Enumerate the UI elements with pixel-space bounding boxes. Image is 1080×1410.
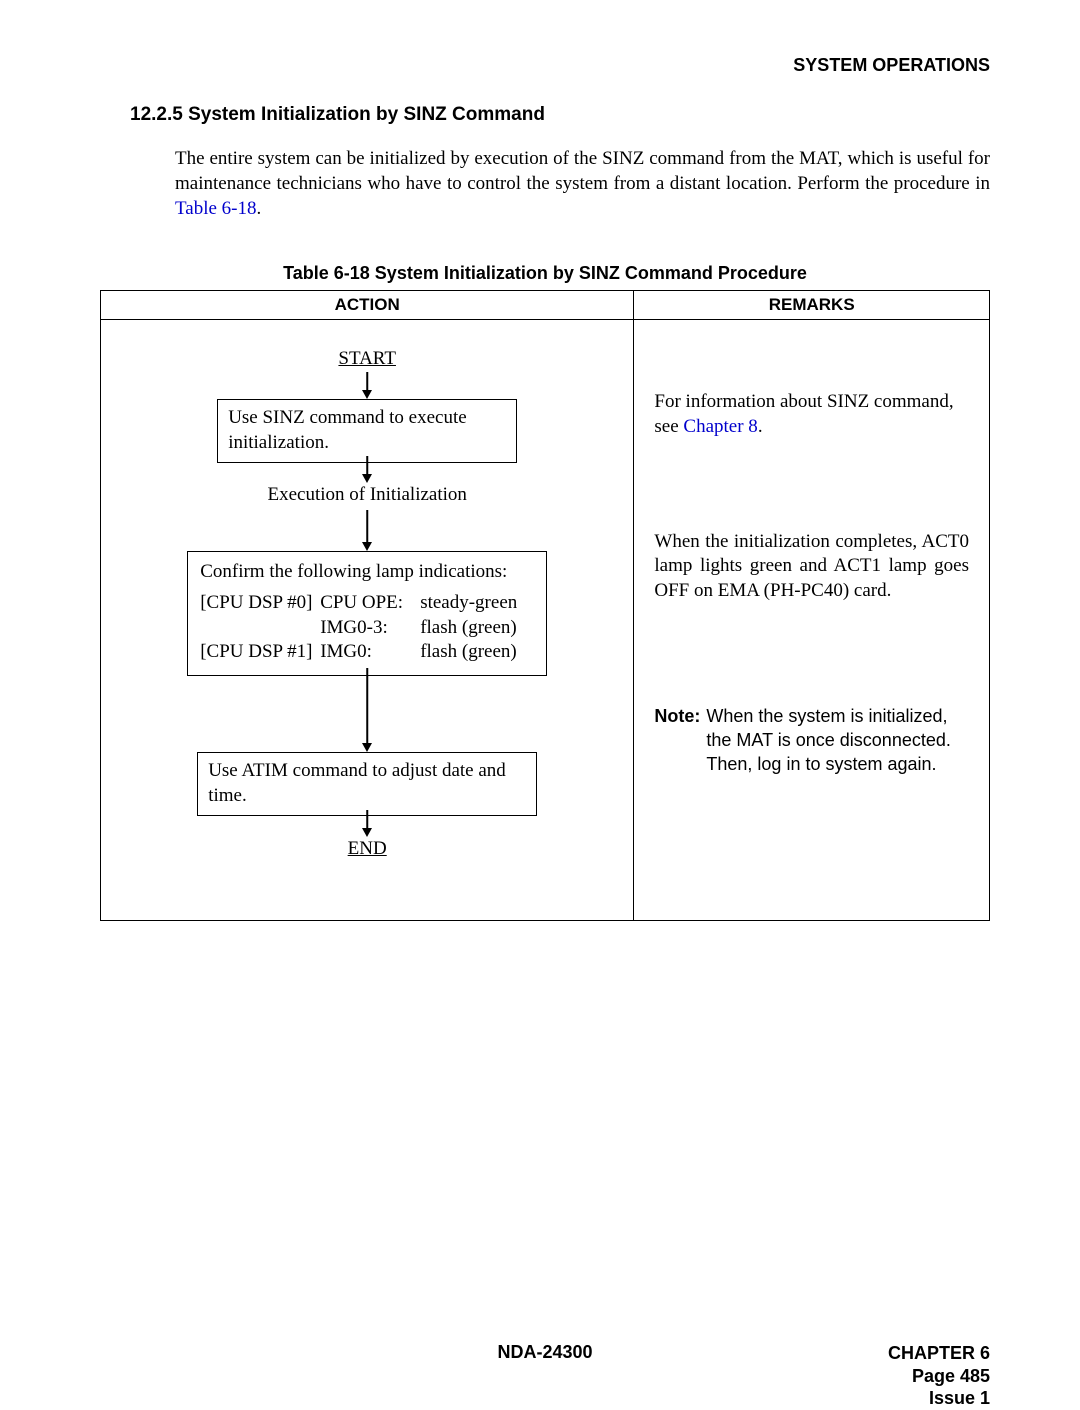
remark-init-complete: When the initialization completes, ACT0 …: [654, 530, 969, 604]
lamp-dsp: [CPU DSP #1]: [200, 640, 320, 665]
lamp-name: CPU OPE:: [320, 591, 420, 616]
lamp-name: IMG0-3:: [320, 616, 420, 641]
flowchart: START Use SINZ command to execute initia…: [101, 320, 633, 920]
flow-step-atim: Use ATIM command to adjust date and time…: [197, 752, 537, 815]
confirm-heading: Confirm the following lamp indications:: [200, 560, 534, 585]
flow-label-exec: Execution of Initialization: [267, 484, 466, 506]
footer-page: Page 485: [888, 1365, 990, 1388]
arrow-down-icon: [362, 743, 372, 752]
section-title-text: System Initialization by SINZ Command: [188, 104, 545, 125]
chapter-ref-link[interactable]: Chapter 8: [683, 416, 757, 437]
lamp-state: steady-green: [420, 591, 534, 616]
procedure-table: ACTION REMARKS START Use SINZ command to…: [100, 290, 990, 921]
arrow-down-icon: [362, 390, 372, 399]
flow-arrow: [366, 810, 368, 828]
flow-step-confirm: Confirm the following lamp indications: …: [187, 551, 547, 676]
table-ref-link[interactable]: Table 6-18: [175, 198, 257, 219]
lamp-dsp: [CPU DSP #0]: [200, 591, 320, 616]
flow-end: END: [348, 838, 387, 860]
col-header-remarks: REMARKS: [634, 291, 990, 320]
lamp-dsp: [200, 616, 320, 641]
note-label: Note:: [654, 704, 700, 777]
para-text-before: The entire system can be initialized by …: [175, 148, 990, 194]
footer-doc-number: NDA-24300: [497, 1342, 592, 1363]
para-text-after: .: [257, 198, 262, 219]
flow-start: START: [338, 348, 396, 370]
lamp-name: IMG0:: [320, 640, 420, 665]
remarks-cell: For information about SINZ command, see …: [634, 320, 990, 921]
arrow-down-icon: [362, 542, 372, 551]
note-body: When the system is initialized, the MAT …: [706, 704, 969, 777]
lamp-state: flash (green): [420, 640, 534, 665]
running-header: SYSTEM OPERATIONS: [100, 55, 990, 76]
remark-sinz-info: For information about SINZ command, see …: [654, 390, 969, 439]
flow-step-sinz: Use SINZ command to execute initializati…: [217, 399, 517, 462]
remark-note: Note: When the system is initialized, th…: [654, 704, 969, 777]
flow-arrow: [366, 510, 368, 542]
arrow-down-icon: [362, 828, 372, 837]
lamp-row: IMG0-3: flash (green): [200, 616, 534, 641]
col-header-action: ACTION: [101, 291, 634, 320]
lamp-row: [CPU DSP #1] IMG0: flash (green): [200, 640, 534, 665]
section-number: 12.2.5: [130, 104, 183, 125]
arrow-down-icon: [362, 474, 372, 483]
remark-text: .: [758, 416, 763, 437]
flow-arrow: [366, 668, 368, 743]
lamp-state: flash (green): [420, 616, 534, 641]
lamp-row: [CPU DSP #0] CPU OPE: steady-green: [200, 591, 534, 616]
footer-issue: Issue 1: [888, 1387, 990, 1410]
section-heading: 12.2.5 System Initialization by SINZ Com…: [130, 104, 990, 126]
footer-chapter: CHAPTER 6: [888, 1342, 990, 1365]
action-cell: START Use SINZ command to execute initia…: [101, 320, 634, 921]
flow-arrow: [366, 456, 368, 474]
flow-arrow: [366, 372, 368, 390]
table-caption: Table 6-18 System Initialization by SINZ…: [100, 263, 990, 284]
section-paragraph: The entire system can be initialized by …: [175, 146, 990, 221]
